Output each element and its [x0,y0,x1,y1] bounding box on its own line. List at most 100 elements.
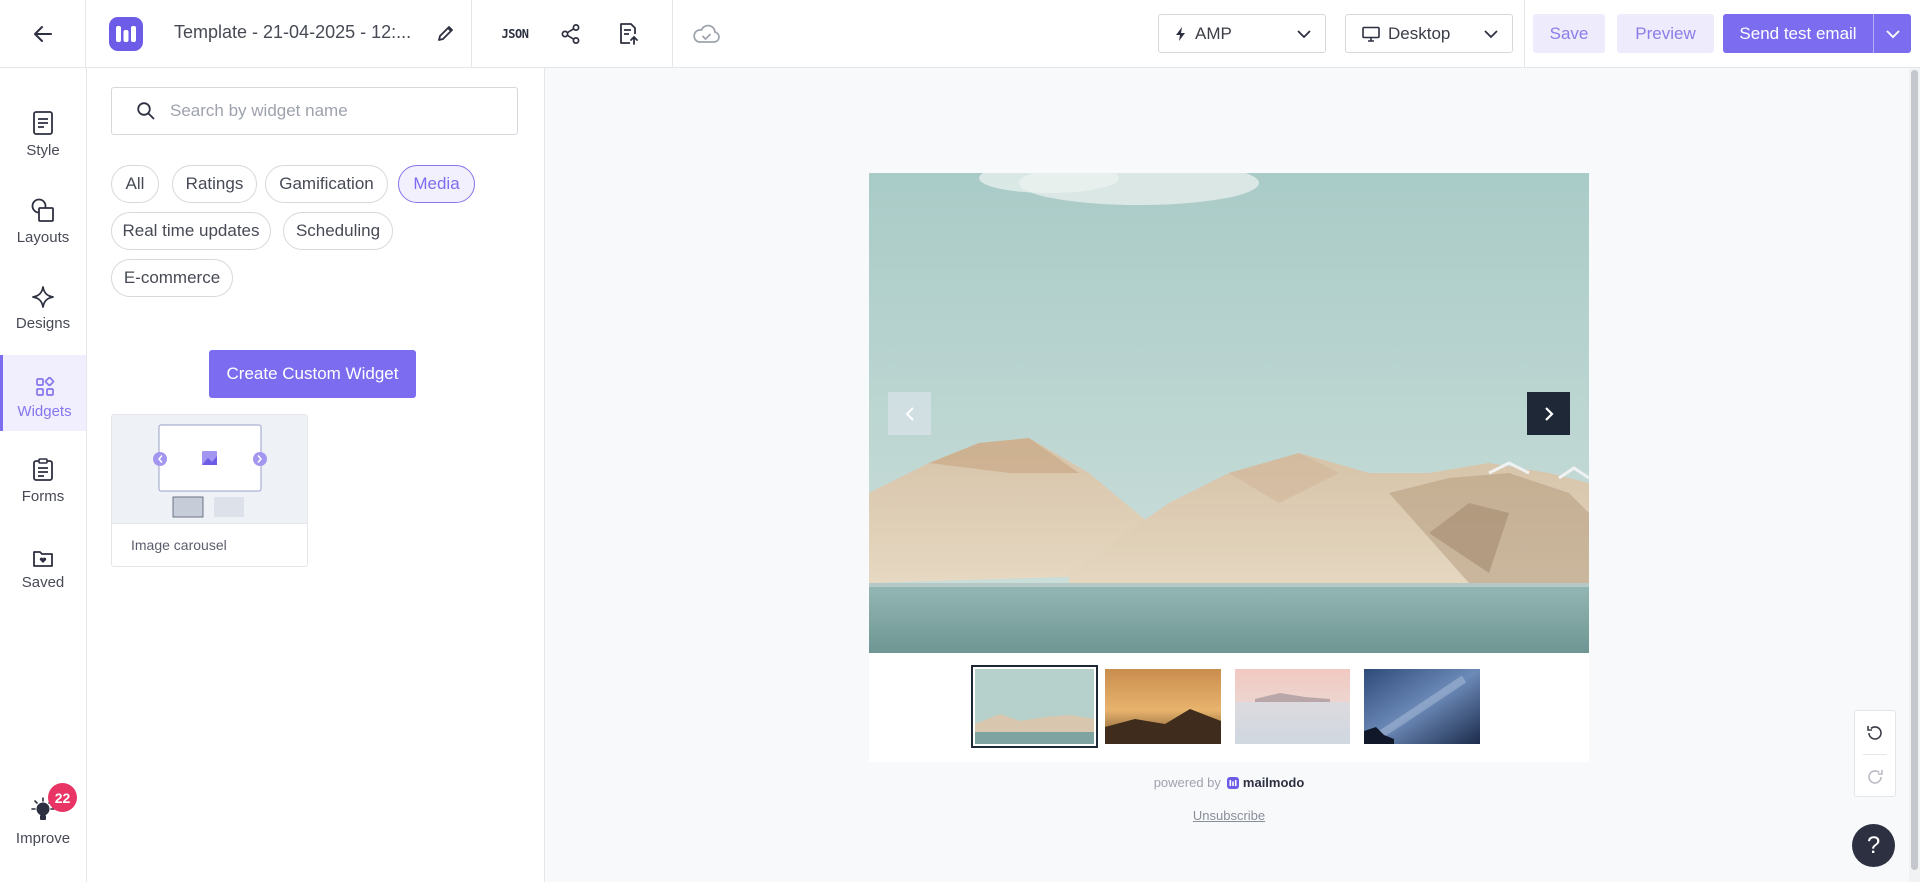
sparkle-icon [32,285,54,308]
chevron-right-icon [1544,406,1554,421]
chevron-down-icon [1885,29,1900,38]
monitor-icon [1362,26,1380,42]
cloud-sync-status [690,20,722,48]
share-button[interactable] [558,20,584,48]
search-icon [137,102,155,120]
filter-chip-media[interactable]: Media [398,165,475,203]
send-test-email-button[interactable]: Send test email [1723,14,1911,53]
improve-button[interactable]: 22 Improve [0,780,86,870]
nav-label-style: Style [26,141,60,159]
redo-icon [1868,769,1883,784]
divider [471,0,472,67]
sunset-hills-thumbnail [1105,669,1221,744]
nav-item-layouts[interactable]: Layouts [0,181,86,257]
document-upload-icon [620,23,638,45]
nav-label-improve: Improve [15,830,71,847]
format-value: AMP [1195,23,1232,43]
edit-title-button[interactable] [436,23,456,43]
powered-by-footer: powered by mailmodo [869,775,1589,790]
redo-button[interactable] [1855,755,1895,798]
carousel-next-button[interactable] [1527,392,1570,435]
widgets-icon [35,376,54,396]
canvas-scrollbar[interactable] [1909,68,1920,882]
widget-thumbnail [112,415,307,524]
send-options-toggle[interactable] [1874,29,1911,39]
json-button[interactable]: JSON [497,20,533,48]
image-carousel-illustration [153,424,267,518]
nav-label-designs: Designs [15,314,71,332]
preview-button[interactable]: Preview [1617,14,1714,53]
carousel-thumbnail-3[interactable] [1235,669,1350,744]
improve-badge: 22 [48,783,77,812]
filter-chip-scheduling[interactable]: Scheduling [283,212,393,250]
cloud-check-icon [693,24,720,43]
nav-label-saved: Saved [21,573,65,591]
share-icon [561,24,580,44]
create-custom-widget-button[interactable]: Create Custom Widget [209,350,416,398]
search-input[interactable] [170,101,500,121]
night-sky-thumbnail [1364,669,1480,744]
powered-by-text: powered by [1153,775,1221,790]
forms-icon [33,457,53,481]
widget-search[interactable] [111,87,518,135]
pencil-icon [438,26,453,41]
filter-chip-real-time-updates[interactable]: Real time updates [111,212,271,250]
style-icon [33,110,53,135]
carousel-thumbnail-1[interactable] [971,665,1098,748]
back-button[interactable] [0,0,86,67]
email-preview: powered by mailmodo Unsubscribe [869,173,1589,823]
export-button[interactable] [615,20,641,48]
chevron-down-icon [1297,29,1311,38]
back-arrow-icon [33,25,52,42]
nav-label-forms: Forms [21,487,65,505]
email-canvas: powered by mailmodo Unsubscribe ? [545,68,1909,882]
mountain-lake-thumbnail [975,669,1094,744]
pink-sea-thumbnail [1235,669,1350,744]
brand-name: mailmodo [1242,775,1305,790]
widget-panel: All Ratings Gamification Media Real time… [87,68,545,882]
nav-item-style[interactable]: Style [0,94,86,170]
json-label: JSON [501,27,529,41]
question-mark-icon: ? [1866,831,1881,859]
mountain-lake-image [869,173,1589,653]
template-title[interactable]: Template - 21-04-2025 - 12:... [174,22,411,43]
divider [1524,0,1525,67]
send-test-email-label: Send test email [1739,23,1857,43]
carousel-main-image[interactable] [869,173,1589,653]
carousel-thumbnail-4[interactable] [1364,669,1480,744]
divider [672,0,673,67]
nav-item-saved[interactable]: Saved [0,526,86,602]
filter-chip-ratings[interactable]: Ratings [172,165,257,203]
filter-chip-e-commerce[interactable]: E-commerce [111,259,233,297]
history-controls [1854,710,1896,797]
device-value: Desktop [1388,23,1451,43]
chevron-left-icon [905,406,914,421]
mailmodo-logo [109,17,143,51]
mailmodo-logo-icon [1226,776,1239,789]
filter-chip-gamification[interactable]: Gamification [265,165,388,203]
left-nav: Style Layouts Designs Widgets Forms Save… [0,68,87,882]
carousel-thumbnail-2[interactable] [1105,669,1221,744]
top-bar: Template - 21-04-2025 - 12:... JSON AMP … [0,0,1920,68]
unsubscribe-link[interactable]: Unsubscribe [869,808,1589,823]
undo-icon [1867,725,1882,740]
widget-label: Image carousel [131,537,227,553]
undo-button[interactable] [1855,711,1895,754]
brand-link[interactable]: mailmodo [1226,775,1305,790]
save-button[interactable]: Save [1533,14,1605,53]
nav-item-widgets[interactable]: Widgets [0,355,86,431]
layouts-icon [31,198,54,222]
chevron-down-icon [1484,29,1498,38]
carousel-prev-button[interactable] [888,392,931,435]
nav-label-layouts: Layouts [16,228,70,246]
filter-chip-all[interactable]: All [111,165,159,203]
help-button[interactable]: ? [1852,824,1895,867]
device-dropdown[interactable]: Desktop [1345,14,1513,53]
nav-item-designs[interactable]: Designs [0,267,86,343]
scrollbar-thumb[interactable] [1911,70,1918,870]
folder-heart-icon [33,550,53,567]
format-dropdown[interactable]: AMP [1158,14,1326,53]
nav-item-forms[interactable]: Forms [0,440,86,516]
widget-card-image-carousel[interactable]: Image carousel [111,414,308,567]
lightning-icon [1176,26,1185,41]
